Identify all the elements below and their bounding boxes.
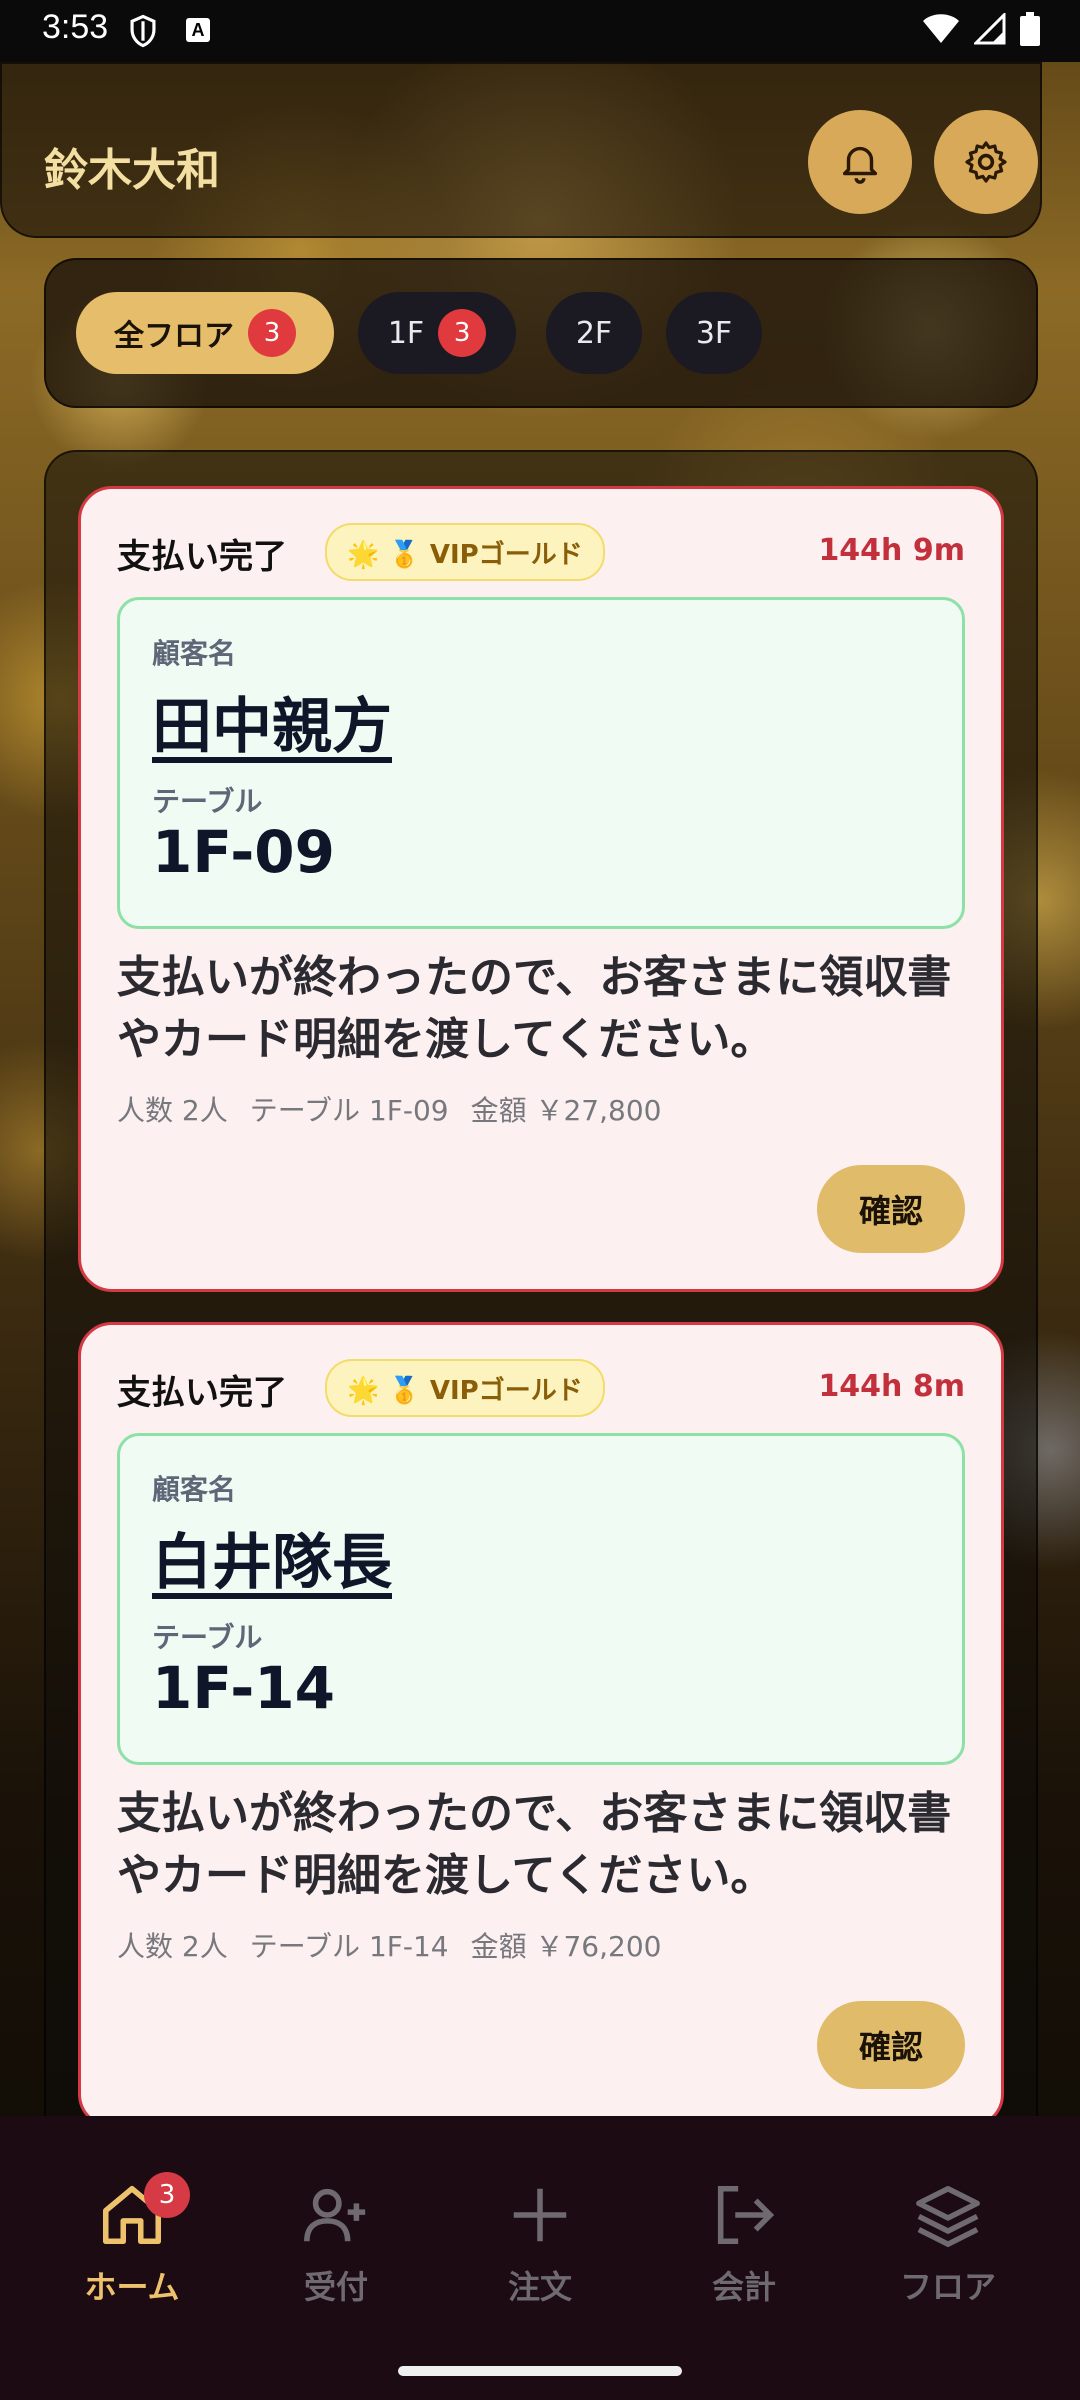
battery-icon: [1020, 12, 1040, 46]
meta-table: テーブル 1F-14: [249, 1930, 449, 1963]
nav-label: ホーム: [84, 2268, 180, 2306]
signal-icon: [974, 13, 1006, 45]
nav-label: フロア: [899, 2268, 996, 2306]
a-icon: A: [186, 18, 210, 42]
task-meta: 人数 2人 テーブル 1F-14 金額 ￥76,200: [117, 1925, 661, 1965]
customer-label: 顧客名: [152, 1473, 237, 1506]
wifi-icon: [923, 14, 959, 43]
floor-chip-label: 3F: [695, 315, 733, 351]
logout-icon: [717, 2185, 775, 2245]
floor-chip-badge: 3: [438, 309, 487, 357]
nav-label: 受付: [303, 2268, 368, 2306]
shield-icon: [130, 14, 156, 48]
meta-amount: 金額 ￥27,800: [470, 1094, 662, 1127]
meta-people: 人数 2人: [117, 1930, 228, 1963]
floor-chip-label: 1F: [387, 315, 425, 351]
customer-info-box: 顧客名 白井隊長 テーブル 1F-14: [117, 1433, 965, 1765]
nav-label: 会計: [711, 2268, 776, 2306]
nav-checkout[interactable]: 会計: [664, 2180, 824, 2308]
layers-icon: [916, 2185, 980, 2248]
app-header: 鈴木大和: [0, 62, 1042, 238]
nav-label: 注文: [507, 2268, 572, 2306]
customer-label: 顧客名: [152, 637, 237, 670]
floor-chip-label: 2F: [575, 315, 613, 351]
floor-chip-3f[interactable]: 3F: [666, 292, 762, 374]
table-number: 1F-14: [152, 1654, 335, 1722]
floor-chip-2f[interactable]: 2F: [546, 292, 642, 374]
floor-chip-all[interactable]: 全フロア 3: [76, 292, 334, 374]
task-card: 支払い完了 🌟 🥇 VIPゴールド 144h 9m 顧客名 田中親方 テーブル …: [78, 486, 1004, 1292]
nav-floor[interactable]: フロア: [868, 2180, 1028, 2308]
customer-name-link[interactable]: 白井隊長: [152, 1514, 392, 1601]
table-number: 1F-09: [152, 818, 335, 886]
meta-table: テーブル 1F-09: [249, 1094, 449, 1127]
bottom-navigation: 3 ホーム 受付 注文 会計 フロア: [0, 2116, 1080, 2400]
task-message: 支払いが終わったので、お客さまに領収書やカード明細を渡してください。: [117, 952, 952, 1065]
user-plus-icon: [304, 2188, 366, 2242]
status-icons: [922, 12, 1040, 46]
nav-home[interactable]: 3 ホーム: [52, 2172, 212, 2308]
vip-badge: 🌟 🥇 VIPゴールド: [325, 1359, 605, 1417]
table-label: テーブル: [152, 1621, 263, 1654]
status-time: 3:53: [42, 8, 109, 46]
vip-badge: 🌟 🥇 VIPゴールド: [325, 523, 605, 581]
meta-people: 人数 2人: [117, 1094, 228, 1127]
status-bar: 3:53 A: [0, 0, 1080, 62]
elapsed-time: 144h 9m: [818, 533, 965, 568]
nav-home-badge: 3: [144, 2172, 190, 2218]
floor-filter-panel: 全フロア 3 1F 3 2F 3F: [44, 258, 1038, 408]
elapsed-time: 144h 8m: [818, 1369, 965, 1404]
customer-info-box: 顧客名 田中親方 テーブル 1F-09: [117, 597, 965, 929]
floor-chip-badge: 3: [248, 309, 296, 357]
nav-order[interactable]: 注文: [460, 2180, 620, 2308]
task-list-panel: 支払い完了 🌟 🥇 VIPゴールド 144h 9m 顧客名 田中親方 テーブル …: [44, 450, 1038, 2154]
user-name-title: 鈴木大和: [44, 145, 220, 196]
bell-icon: [842, 146, 878, 184]
task-meta: 人数 2人 テーブル 1F-09 金額 ￥27,800: [117, 1089, 661, 1129]
gear-icon: [965, 141, 1007, 183]
meta-amount: 金額 ￥76,200: [470, 1930, 662, 1963]
plus-icon: [513, 2188, 567, 2242]
task-card: 支払い完了 🌟 🥇 VIPゴールド 144h 8m 顧客名 白井隊長 テーブル …: [78, 1322, 1004, 2128]
customer-name-link[interactable]: 田中親方: [152, 678, 392, 765]
settings-button[interactable]: [934, 110, 1038, 214]
nav-reception[interactable]: 受付: [256, 2180, 416, 2308]
home-indicator[interactable]: [398, 2366, 682, 2376]
notification-button[interactable]: [808, 110, 912, 214]
floor-chip-1f[interactable]: 1F 3: [358, 292, 516, 374]
floor-chip-label: 全フロア: [114, 319, 234, 354]
confirm-button[interactable]: 確認: [817, 1165, 965, 1253]
card-status: 支払い完了: [117, 537, 287, 577]
card-status: 支払い完了: [117, 1373, 287, 1413]
task-message: 支払いが終わったので、お客さまに領収書やカード明細を渡してください。: [117, 1788, 952, 1901]
confirm-button[interactable]: 確認: [817, 2001, 965, 2089]
table-label: テーブル: [152, 785, 263, 818]
